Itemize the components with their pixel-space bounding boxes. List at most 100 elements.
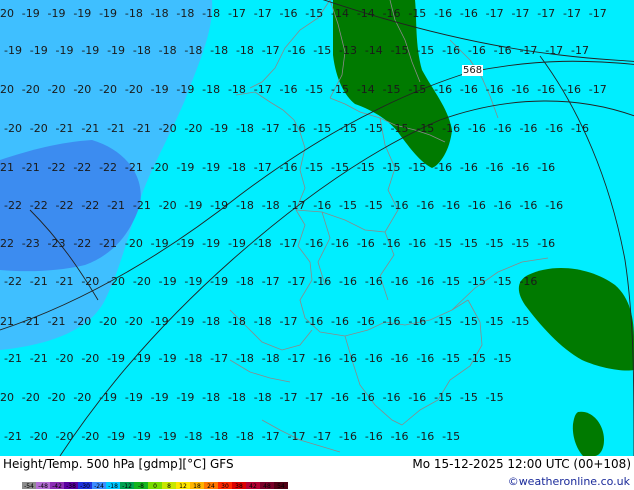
temperature-value: -15 [364, 199, 383, 212]
map-footer: Height/Temp. 500 hPa [gdmp][°C] GFS Mo 1… [0, 456, 634, 490]
temperature-value: -15 [313, 44, 332, 57]
site-credit[interactable]: ©weatheronline.co.uk [508, 475, 630, 488]
temperature-value: -17 [227, 7, 246, 20]
temperature-value: -21 [107, 199, 126, 212]
temperature-value: -20 [4, 122, 22, 135]
temperature-value: -19 [210, 122, 229, 135]
temperature-value: -16 [434, 7, 453, 20]
temperature-value: -16 [313, 275, 332, 288]
temperature-value: -16 [519, 122, 538, 135]
temperature-value: -16 [537, 237, 556, 250]
temperature-value: -20 [150, 161, 169, 174]
temperature-value: -21 [4, 430, 22, 443]
temperature-value: -17 [287, 275, 306, 288]
temperature-value: -20 [81, 352, 100, 365]
temperature-value: -15 [305, 83, 324, 96]
weather-map: -20-19-19-19-19-18-18-18-18-17-17-16-15-… [0, 0, 634, 456]
temperature-value: -16 [537, 83, 556, 96]
temperature-value: -18 [227, 391, 246, 404]
temperature-value: -17 [253, 7, 272, 20]
temperature-value: -16 [382, 7, 401, 20]
temperature-value: -21 [29, 352, 48, 365]
temperature-value: -16 [408, 237, 427, 250]
temperature-value: -19 [107, 352, 126, 365]
temperature-value: -16 [434, 161, 453, 174]
temperature-value: -19 [73, 7, 92, 20]
color-scale-label: 38 [235, 483, 243, 490]
temperature-value: -15 [382, 83, 401, 96]
temperature-value: -15 [485, 315, 504, 328]
temperature-value: -16 [416, 352, 435, 365]
temperature-value: -16 [279, 83, 298, 96]
temperature-value: -18 [261, 199, 280, 212]
temperature-value: -19 [158, 275, 177, 288]
temperature-value: -15 [313, 122, 332, 135]
temperature-value: -19 [176, 391, 195, 404]
temperature-value: -22 [0, 237, 14, 250]
temperature-value: -18 [261, 352, 280, 365]
temperature-value: -21 [47, 315, 66, 328]
temperature-value: -18 [202, 391, 221, 404]
temperature-value: -19 [124, 391, 143, 404]
temperature-value: -16 [408, 315, 427, 328]
temperature-value: -17 [261, 430, 280, 443]
temperature-value: -16 [331, 315, 349, 328]
temperature-value: -15 [493, 352, 512, 365]
color-scale-label: -30 [80, 483, 90, 490]
temperature-value: -17 [305, 391, 324, 404]
temperature-value: -17 [279, 315, 298, 328]
temperature-value: -20 [0, 7, 14, 20]
temperature-value: -22 [4, 275, 22, 288]
color-scale-label: -24 [94, 483, 104, 490]
temperature-value: -18 [124, 7, 143, 20]
temperature-value: -16 [331, 391, 349, 404]
temperature-value: -16 [382, 391, 401, 404]
temperature-value: -16 [287, 44, 306, 57]
temperature-value: -16 [279, 7, 298, 20]
temperature-value: -19 [176, 83, 195, 96]
temperature-value: -15 [442, 430, 461, 443]
temperature-value: -16 [390, 430, 409, 443]
temperature-value: -16 [313, 352, 332, 365]
temperature-value: -20 [73, 83, 92, 96]
temperature-value: -18 [202, 7, 221, 20]
temperature-value: -21 [132, 122, 151, 135]
temperature-value: -15 [339, 199, 357, 212]
temperature-value: -18 [150, 7, 169, 20]
temperature-value: -21 [0, 161, 14, 174]
temperature-value: -20 [29, 430, 48, 443]
temperature-value: -19 [184, 199, 203, 212]
temperature-value: -18 [235, 430, 254, 443]
temperature-value: -21 [21, 315, 40, 328]
temperature-value: -20 [21, 391, 40, 404]
temperature-value: -21 [124, 161, 143, 174]
temperature-value: -19 [132, 430, 151, 443]
temperature-value: -15 [434, 391, 453, 404]
temperature-value: -16 [356, 391, 375, 404]
temperature-value: -16 [485, 161, 504, 174]
temperature-value: -15 [408, 83, 427, 96]
temperature-value: -14 [356, 83, 375, 96]
temperature-value: -19 [176, 315, 195, 328]
temperature-value: -16 [356, 237, 375, 250]
temperature-value: -17 [313, 430, 332, 443]
temperature-value: -16 [459, 83, 478, 96]
temperature-value: -15 [364, 122, 383, 135]
temperature-value: -16 [519, 275, 538, 288]
temperature-value: -16 [519, 199, 538, 212]
temperature-value: -20 [81, 430, 100, 443]
temperature-value: -13 [339, 44, 357, 57]
temperature-value: -16 [562, 83, 581, 96]
temperature-value: -15 [408, 7, 427, 20]
temperature-value: -22 [47, 161, 66, 174]
temperature-value: -16 [511, 161, 530, 174]
temperature-value: -20 [158, 122, 177, 135]
temperature-value: -19 [132, 352, 151, 365]
temperature-value: -16 [364, 430, 383, 443]
color-scale-label: -8 [138, 483, 144, 490]
temperature-value: -22 [55, 199, 74, 212]
temperature-value: -18 [253, 237, 272, 250]
temperature-value: -16 [493, 122, 512, 135]
temperature-value: -22 [73, 161, 92, 174]
temperature-value: -15 [331, 161, 349, 174]
